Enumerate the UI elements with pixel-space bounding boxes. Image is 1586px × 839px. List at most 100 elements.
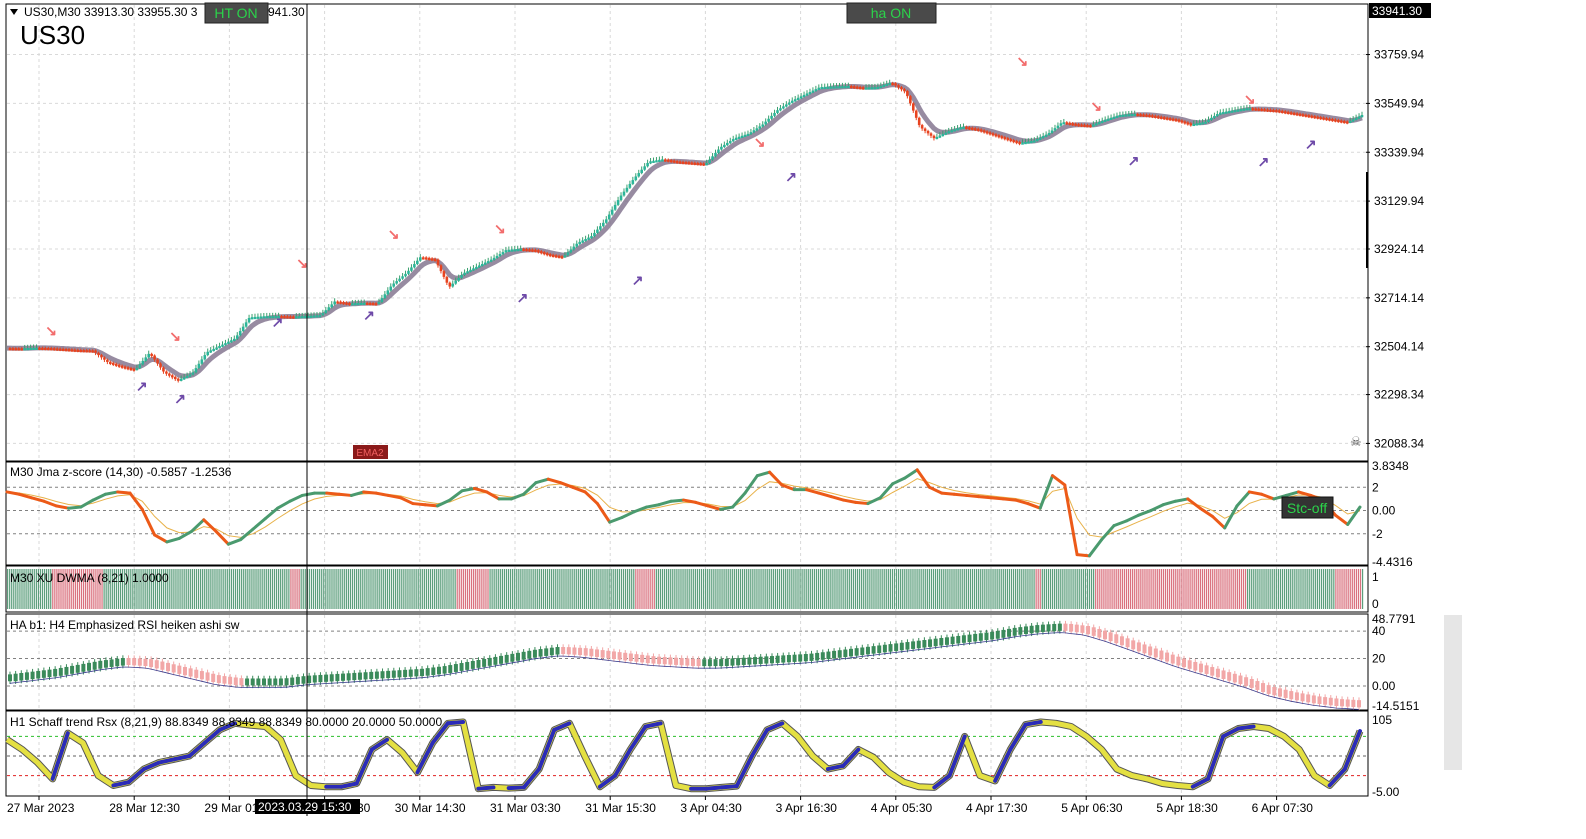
dwma-bar — [945, 569, 947, 609]
dwma-bar — [936, 569, 939, 609]
candle-body — [1006, 138, 1010, 141]
candle-body — [1207, 119, 1210, 122]
dwma-bar — [1150, 569, 1152, 609]
dwma-bar — [651, 569, 653, 609]
dwma-bar — [1142, 569, 1144, 609]
candle-body — [1275, 110, 1278, 113]
dwma-bar — [826, 569, 828, 609]
dwma-bar — [468, 569, 471, 609]
candle-body — [392, 283, 396, 287]
dwma-bar — [405, 569, 407, 609]
ha-candle — [798, 654, 803, 662]
ha-candle — [132, 658, 137, 666]
dwma-bar — [427, 569, 430, 609]
dwma-bar — [583, 569, 586, 609]
dwma-bar — [230, 569, 233, 609]
ha-candle — [527, 650, 532, 659]
ha-candle — [1261, 683, 1266, 692]
dwma-bar — [1265, 569, 1267, 609]
candle-body — [197, 363, 201, 369]
ha-candle — [628, 653, 633, 662]
ha-candle — [1131, 640, 1136, 650]
dwma-bar — [425, 569, 428, 609]
ha-candle — [1018, 627, 1023, 635]
candle-body — [1334, 119, 1337, 122]
candle-body — [935, 136, 939, 140]
candle-body — [1086, 124, 1089, 128]
ha-candle — [408, 669, 413, 677]
ha-candle — [1012, 627, 1017, 636]
candle-body — [643, 166, 646, 170]
candle-body — [1198, 122, 1201, 126]
dwma-bar — [1064, 569, 1066, 609]
candle-body — [123, 366, 127, 369]
candle-body — [770, 115, 773, 119]
ha-candle — [1328, 697, 1333, 706]
ha-candle — [786, 655, 791, 663]
dwma-bar — [1329, 569, 1331, 609]
candle-body — [238, 331, 242, 336]
dwma-bar — [852, 569, 855, 609]
candle-body — [997, 135, 1001, 138]
main-header-tail: 941.30 — [268, 5, 305, 19]
candle-body — [41, 347, 44, 350]
ha-candle — [1334, 698, 1339, 706]
dwma-bar — [680, 569, 682, 609]
vertical-scrollbar[interactable] — [1444, 615, 1462, 770]
candle-body — [1168, 118, 1172, 121]
dwma-bar — [561, 569, 563, 609]
chart-canvas[interactable]: ↘ ↘ ↘ ↘ ↘ ↘ ↘ ↘ ↘ ↗ ↗ ↗ ↗ ↗ ↗ ↗ ↗ ↗ ↗ 27 Mar 2023 28 Mar 12… — [0, 0, 1586, 834]
ha-candle — [1249, 679, 1254, 688]
dwma-bar — [922, 569, 924, 609]
candle-body — [1325, 118, 1328, 121]
ha-candle — [911, 641, 916, 649]
dwma-bar — [735, 569, 738, 609]
candle-body — [421, 257, 425, 260]
ha-candle — [572, 647, 577, 655]
dwma-bar — [690, 569, 692, 609]
zscore-segment — [67, 505, 83, 510]
candle-body — [669, 160, 673, 163]
candle-body — [1251, 108, 1255, 111]
dwma-bar — [1181, 569, 1183, 609]
zscore-segment — [952, 492, 968, 497]
candle-body — [519, 248, 522, 252]
dwma-bar — [204, 569, 206, 609]
candle-body — [1097, 122, 1101, 125]
dwma-bar — [555, 569, 557, 609]
ha-candle — [549, 647, 554, 656]
dwma-bar — [600, 569, 602, 609]
dwma-bar — [762, 569, 764, 609]
candle-body — [1254, 108, 1258, 111]
candle-body — [489, 259, 493, 262]
candle-body — [165, 371, 168, 374]
candle-body — [97, 352, 100, 356]
price-label: 33941.30 — [1372, 4, 1422, 18]
schaff-up-segment — [1023, 719, 1043, 727]
dwma-bar — [1121, 569, 1123, 609]
dwma-bar — [304, 569, 306, 609]
candle-body — [593, 232, 596, 237]
candle-body — [418, 257, 422, 261]
ha-candle — [420, 668, 425, 677]
dwma-bar — [1222, 569, 1224, 609]
dwma-bar — [776, 569, 779, 609]
dwma-bar — [590, 569, 592, 609]
candle-body — [315, 315, 319, 318]
candle-body — [1301, 114, 1305, 117]
candle-body — [162, 367, 165, 372]
ha-candle — [442, 666, 447, 674]
candle-body — [560, 256, 564, 259]
candle-body — [132, 368, 136, 371]
dwma-bar — [245, 569, 247, 609]
dwma-bar — [1341, 569, 1343, 609]
ha-candle — [950, 636, 955, 645]
dwma-bar — [372, 569, 374, 609]
ha-candle — [696, 659, 701, 667]
dwma-bar — [766, 569, 768, 609]
skull-icon[interactable]: ☠ — [1350, 434, 1362, 449]
ha-candle — [1165, 652, 1170, 662]
dwma-bar — [505, 569, 508, 609]
dwma-bar — [1156, 569, 1158, 609]
candle-body — [1030, 141, 1033, 144]
